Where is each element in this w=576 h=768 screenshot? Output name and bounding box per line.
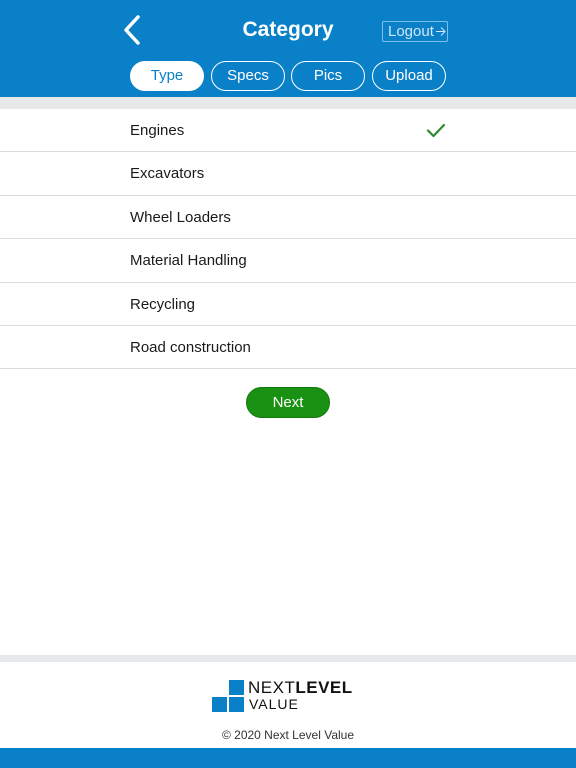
header-divider	[0, 97, 576, 109]
list-item-wheel-loaders[interactable]: Wheel Loaders	[0, 196, 576, 240]
list-item-label: Material Handling	[130, 252, 247, 270]
arrow-right-icon	[436, 27, 446, 36]
next-button[interactable]: Next	[246, 387, 330, 418]
tab-specs[interactable]: Specs	[211, 61, 285, 91]
footer-divider	[0, 655, 576, 662]
page-title: Category	[242, 18, 334, 41]
company-logo-icon	[212, 680, 244, 712]
tab-pics[interactable]: Pics	[291, 61, 365, 91]
logo-text-next: NEXT	[248, 678, 296, 697]
list-item-recycling[interactable]: Recycling	[0, 283, 576, 326]
step-tabs: Type Specs Pics Upload	[0, 61, 576, 91]
header-bar: Category Logout Type Specs Pics Upload	[0, 0, 576, 97]
list-item-engines[interactable]: Engines	[0, 109, 576, 153]
list-item-excavators[interactable]: Excavators	[0, 152, 576, 196]
tab-type[interactable]: Type	[130, 61, 204, 91]
list-item-label: Road construction	[130, 338, 251, 356]
footer: NEXTLEVEL VALUE © 2020 Next Level Value	[0, 662, 576, 748]
checkmark-icon	[426, 123, 446, 138]
list-item-label: Recycling	[130, 295, 196, 313]
logout-button[interactable]: Logout	[382, 21, 448, 42]
logo-wordmark: NEXTLEVEL	[248, 678, 353, 698]
logout-label: Logout	[388, 23, 434, 40]
copyright-text: © 2020 Next Level Value	[221, 728, 355, 742]
list-item-material-handling[interactable]: Material Handling	[0, 239, 576, 283]
category-list: Engines Excavators Wheel Loaders Materia…	[0, 109, 576, 370]
logo-text-value: VALUE	[249, 696, 299, 712]
list-item-road-construction[interactable]: Road construction	[0, 326, 576, 370]
logo-text-level: LEVEL	[295, 678, 353, 697]
list-item-label: Engines	[130, 122, 185, 139]
list-item-label: Excavators	[130, 165, 205, 183]
tab-upload[interactable]: Upload	[372, 61, 446, 91]
list-item-label: Wheel Loaders	[130, 208, 231, 226]
bottom-bar	[0, 748, 576, 768]
